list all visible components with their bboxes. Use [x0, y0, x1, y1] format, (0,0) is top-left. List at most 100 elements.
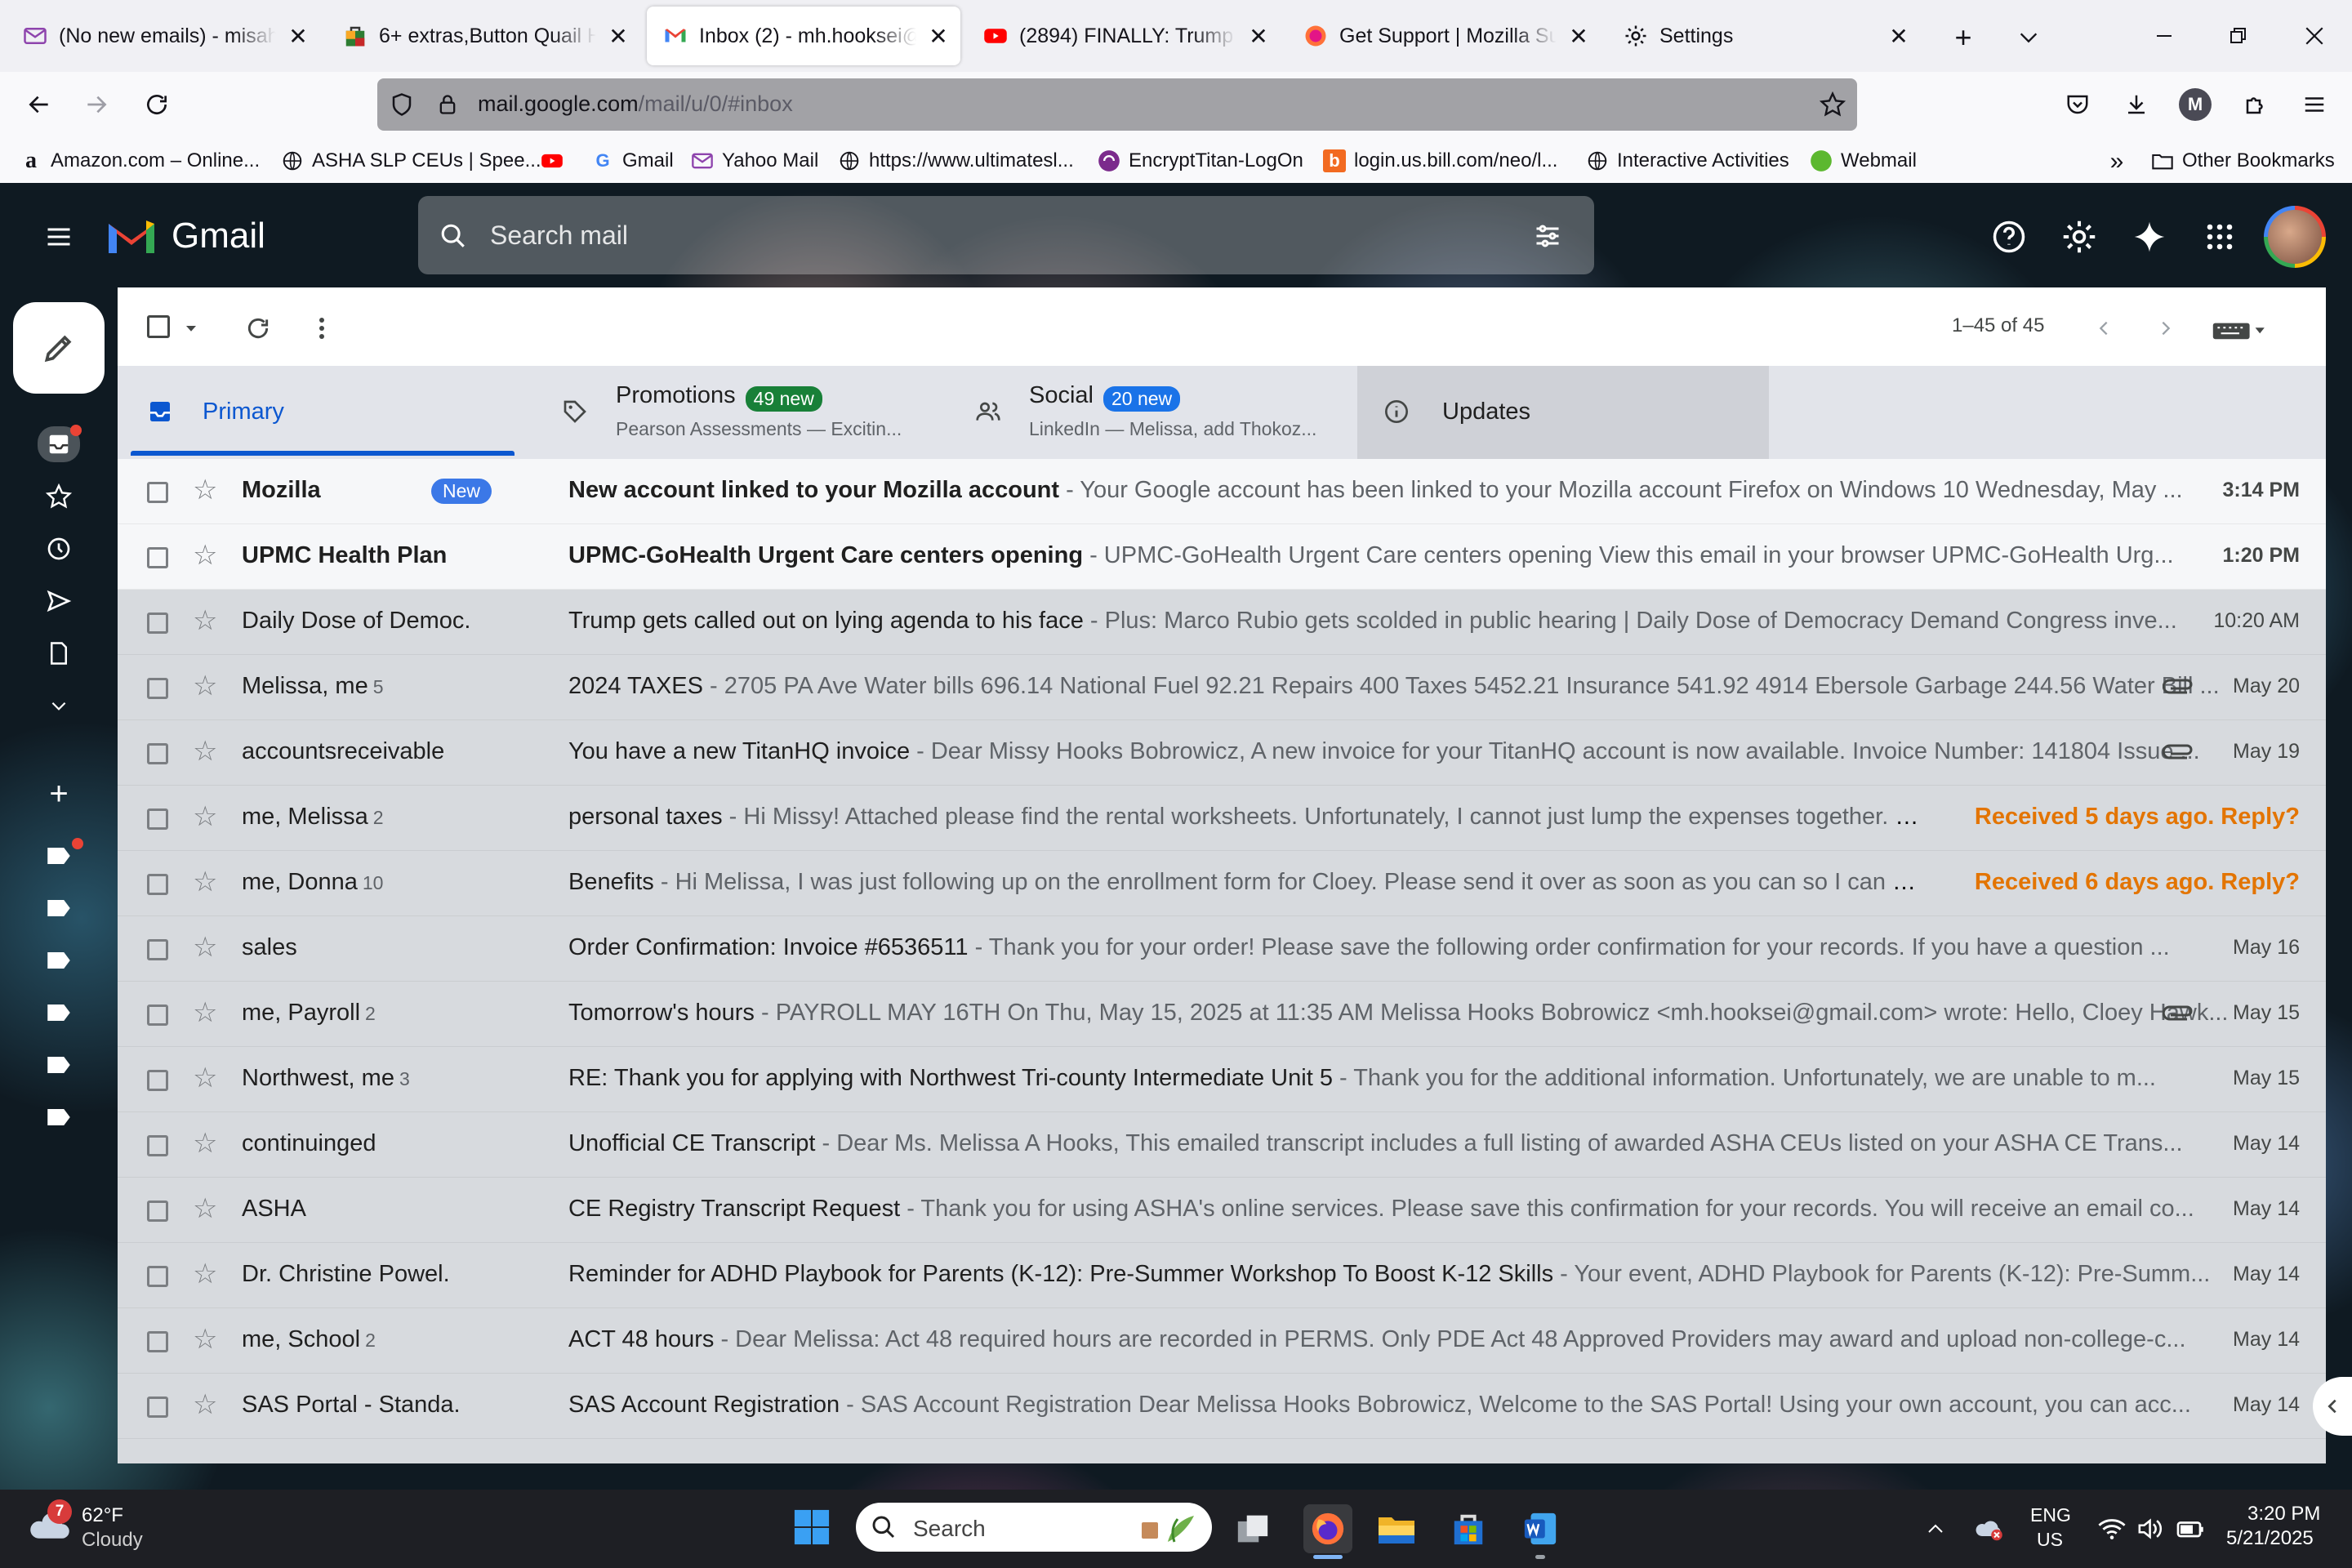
row-checkbox[interactable] — [147, 1070, 168, 1091]
refresh-icon[interactable] — [240, 310, 276, 346]
apps-grid-icon[interactable] — [2200, 217, 2239, 256]
email-row[interactable]: ☆ Melissa, me 5 2024 TAXES - 2705 PA Ave Wa… — [118, 655, 2326, 720]
row-checkbox[interactable] — [147, 1266, 168, 1287]
snoozed-clock-icon[interactable] — [41, 531, 77, 567]
prev-page-icon[interactable] — [2087, 310, 2120, 346]
email-row[interactable]: ☆ SAS Portal - Standa. SAS Account Registr… — [118, 1374, 2326, 1439]
onedrive-offline-icon[interactable] — [1973, 1512, 2006, 1545]
firefox-taskbar-icon[interactable] — [1303, 1504, 1352, 1553]
email-row[interactable]: ☆ Dr. Christine Powel. Reminder for ADHD P… — [118, 1243, 2326, 1308]
taskbar-search-input[interactable]: Search — [913, 1516, 986, 1542]
clock-date[interactable]: 5/21/2025 — [2226, 1527, 2314, 1550]
email-row[interactable]: ☆ me, School 2 ACT 48 hours - Dear Melissa:… — [118, 1308, 2326, 1374]
bookmark-item[interactable]: G Gmail — [591, 140, 673, 181]
row-checkbox[interactable] — [147, 1004, 168, 1026]
row-checkbox[interactable] — [147, 547, 168, 568]
sent-icon[interactable] — [41, 583, 77, 619]
row-checkbox[interactable] — [147, 1331, 168, 1352]
next-page-icon[interactable] — [2149, 310, 2182, 346]
tab-close-icon[interactable]: ✕ — [1248, 23, 1269, 50]
clock-time[interactable]: 3:20 PM — [2247, 1503, 2320, 1526]
star-icon[interactable]: ☆ — [193, 1258, 217, 1290]
browser-tab[interactable]: Settings ✕ — [1607, 7, 1921, 65]
drafts-icon[interactable] — [41, 635, 77, 671]
file-explorer-icon[interactable] — [1374, 1506, 1419, 1552]
email-row[interactable]: ☆ Daily Dose of Democ. Trump gets called o… — [118, 590, 2326, 655]
gmail-logo-text[interactable]: Gmail — [172, 216, 265, 256]
star-icon[interactable]: ☆ — [193, 670, 217, 702]
email-row[interactable]: ☆ ASHA CE Registry Transcript Request - Th… — [118, 1178, 2326, 1243]
star-icon[interactable]: ☆ — [193, 931, 217, 964]
menu-hamburger-icon[interactable] — [2296, 87, 2332, 122]
main-menu-icon[interactable] — [39, 217, 78, 256]
bookmark-item[interactable] — [541, 140, 572, 181]
settings-gear-icon[interactable] — [2060, 217, 2099, 256]
email-row[interactable]: ☆ me, Payroll 2 Tomorrow's hours - PAYROLL … — [118, 982, 2326, 1047]
email-row[interactable]: ☆ Northwest, me 3 RE: Thank you for applyin… — [118, 1047, 2326, 1112]
task-view-icon[interactable] — [1232, 1508, 1274, 1550]
select-all-checkbox[interactable] — [147, 315, 170, 338]
forward-arrow-icon[interactable] — [78, 87, 114, 122]
other-bookmarks[interactable]: Other Bookmarks — [2151, 140, 2335, 181]
star-icon[interactable]: ☆ — [193, 1323, 217, 1356]
lock-icon[interactable] — [431, 88, 464, 121]
tab-close-icon[interactable]: ✕ — [287, 23, 309, 50]
language-indicator[interactable]: ENG — [2030, 1504, 2071, 1526]
label-icon[interactable] — [41, 942, 77, 978]
extensions-icon[interactable] — [2238, 87, 2274, 122]
star-icon[interactable]: ☆ — [193, 474, 217, 506]
search-options-icon[interactable] — [1529, 217, 1566, 255]
star-icon[interactable]: ☆ — [193, 735, 217, 768]
tab-promotions[interactable]: Promotions 49 new Pearson Assessments — E… — [547, 366, 939, 459]
account-avatar-icon[interactable]: M — [2179, 88, 2212, 121]
search-input[interactable]: Search mail — [490, 220, 628, 251]
pocket-icon[interactable] — [2060, 87, 2096, 122]
back-arrow-icon[interactable] — [21, 87, 57, 122]
row-checkbox[interactable] — [147, 612, 168, 634]
bookmark-star-icon[interactable] — [1815, 87, 1851, 122]
browser-tab[interactable]: 6+ extras,Button Quail Hatching ✕ — [327, 7, 640, 65]
region-indicator[interactable]: US — [2037, 1529, 2063, 1551]
browser-tab[interactable]: Get Support | Mozilla Support ✕ — [1287, 7, 1601, 65]
label-icon[interactable] — [41, 995, 77, 1031]
row-checkbox[interactable] — [147, 1135, 168, 1156]
tab-close-icon[interactable]: ✕ — [928, 23, 949, 50]
bookmark-item[interactable]: EncryptTitan-LogOn — [1098, 140, 1303, 181]
star-icon[interactable]: ☆ — [193, 1127, 217, 1160]
row-checkbox[interactable] — [147, 939, 168, 960]
compose-button[interactable] — [13, 302, 105, 394]
battery-icon[interactable] — [2174, 1512, 2207, 1545]
search-icon[interactable] — [434, 217, 472, 255]
tab-close-icon[interactable]: ✕ — [1888, 23, 1909, 50]
volume-icon[interactable] — [2135, 1512, 2167, 1545]
star-icon[interactable]: ☆ — [193, 996, 217, 1029]
tab-primary[interactable]: Primary — [131, 366, 514, 459]
windows-start-icon[interactable] — [791, 1506, 833, 1548]
weather-desc[interactable]: Cloudy — [82, 1529, 143, 1552]
bookmarks-overflow-chevron-icon[interactable]: » — [2100, 145, 2133, 178]
wifi-icon[interactable] — [2096, 1512, 2128, 1545]
url-text[interactable]: mail.google.com/mail/u/0/#inbox — [478, 91, 793, 117]
tab-close-icon[interactable]: ✕ — [608, 23, 629, 50]
star-icon[interactable]: ☆ — [193, 800, 217, 833]
bookmark-item[interactable]: a Amazon.com – Online... — [20, 140, 260, 181]
row-checkbox[interactable] — [147, 743, 168, 764]
browser-tab[interactable]: (No new emails) - misahooks ✕ — [7, 7, 320, 65]
gmail-logo-icon[interactable] — [105, 214, 158, 260]
weather-temp[interactable]: 62°F — [82, 1504, 123, 1527]
bookmark-item[interactable]: Webmail — [1810, 140, 1917, 181]
tab-updates[interactable]: Updates — [1357, 366, 1769, 459]
new-tab-icon[interactable]: + — [1945, 20, 1981, 56]
label-icon[interactable] — [41, 1047, 77, 1083]
row-checkbox[interactable] — [147, 678, 168, 699]
more-chevron-icon[interactable] — [41, 688, 77, 724]
bookmark-item[interactable]: Interactive Activities — [1586, 140, 1789, 181]
input-tools-keyboard-icon[interactable] — [2208, 314, 2270, 346]
label-icon[interactable] — [41, 890, 77, 926]
email-row[interactable]: ☆ me, Donna 10 Benefits - Hi Melissa, I was… — [118, 851, 2326, 916]
email-row[interactable]: ☆ me, Melissa 2 personal taxes - Hi Missy! … — [118, 786, 2326, 851]
star-icon[interactable]: ☆ — [193, 1192, 217, 1225]
row-checkbox[interactable] — [147, 808, 168, 830]
bookmark-item[interactable]: Yahoo Mail — [691, 140, 818, 181]
starred-icon[interactable] — [41, 479, 77, 514]
